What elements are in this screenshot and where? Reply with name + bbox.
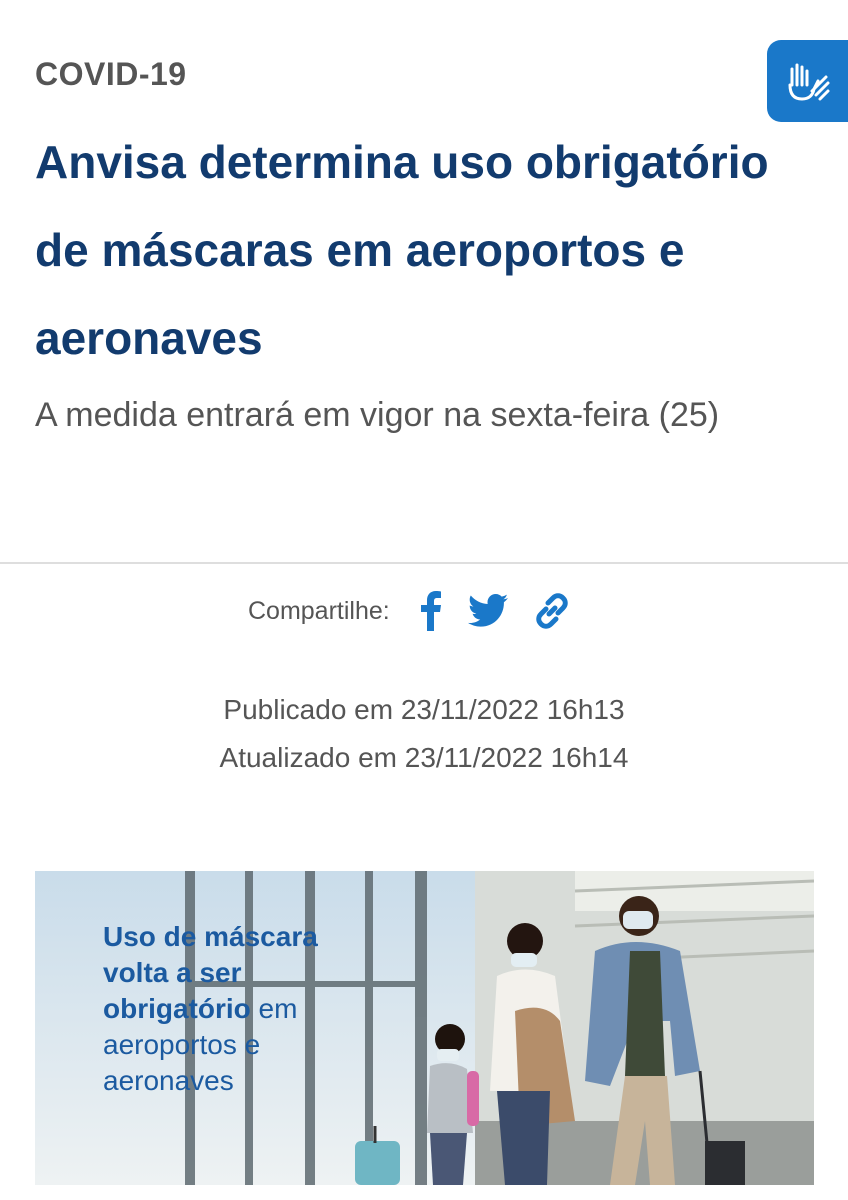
category-label: COVID-19 [35,56,187,92]
facebook-icon[interactable] [420,591,444,631]
link-icon[interactable] [532,591,572,631]
hero-caption-line3-bold: obrigatório [103,993,251,1024]
hero-caption-line3-rest: em [250,993,298,1024]
updated-date: Atualizado em 23/11/2022 16h14 [219,742,629,773]
hero-caption-line2: volta a ser [103,957,242,988]
vlibras-accessibility-button[interactable] [767,40,848,122]
hero-caption: Uso de máscara volta a ser obrigatório e… [103,919,318,1099]
hero-caption-line5: aeronaves [103,1065,234,1096]
article-dates: Publicado em 23/11/2022 16h13 Atualizado… [0,686,848,782]
article-headline: Anvisa determina uso obrigatório de másc… [35,136,769,364]
share-label: Compartilhe: [248,596,390,625]
published-date: Publicado em 23/11/2022 16h13 [223,694,625,725]
article-subtitle: A medida entrará em vigor na sexta-feira… [35,396,720,434]
twitter-icon[interactable] [467,594,508,628]
sign-language-hands-icon [788,63,829,101]
hero-caption-line1: Uso de máscara [103,921,318,952]
hero-caption-line4: aeroportos e [103,1029,261,1060]
share-bar: Compartilhe: [248,586,588,636]
section-divider [0,562,848,564]
hero-image: Uso de máscara volta a ser obrigatório e… [35,871,814,1185]
